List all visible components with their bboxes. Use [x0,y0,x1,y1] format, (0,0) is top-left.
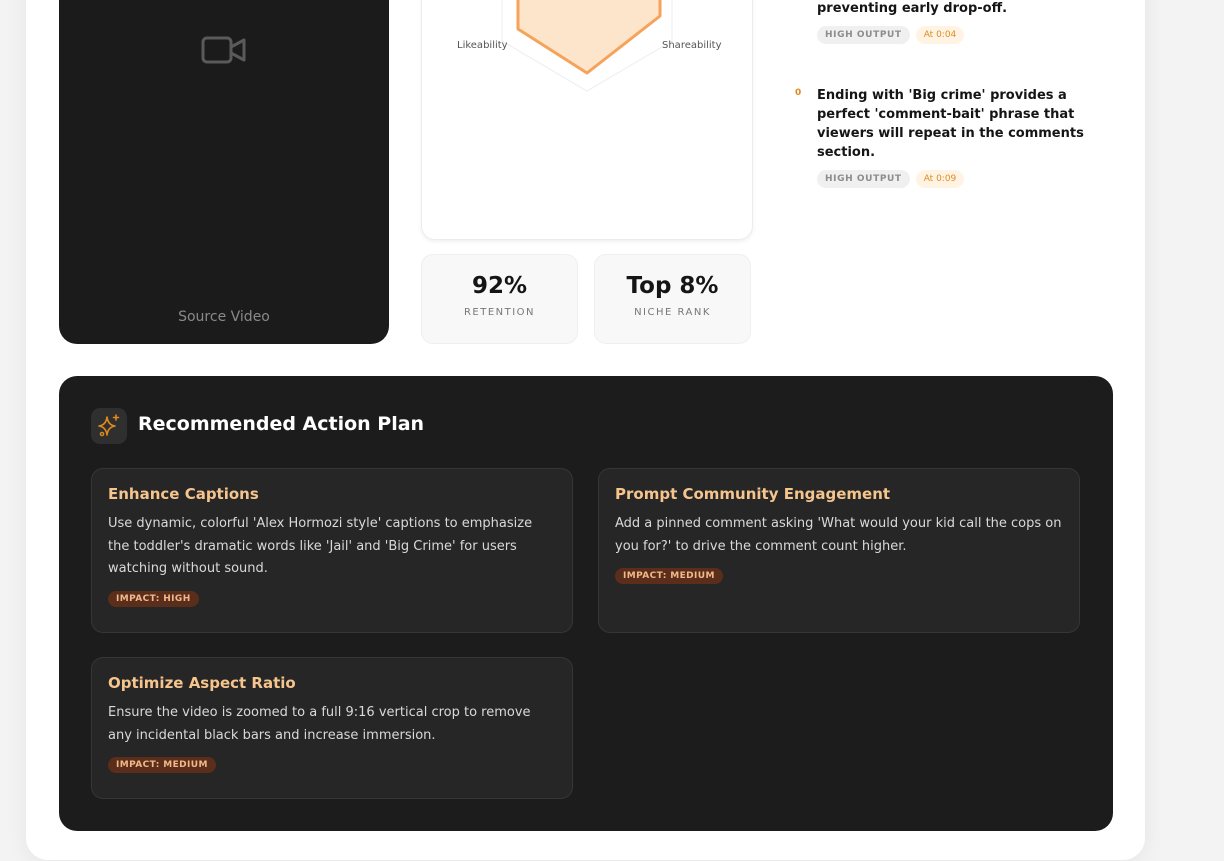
action-card-title: Enhance Captions [108,485,259,503]
sparkle-icon [98,414,120,437]
action-card-description: Ensure the video is zoomed to a full 9:1… [108,705,531,743]
insight-text: Ending with 'Big crime' provides a perfe… [817,88,1084,160]
action-card-description: Add a pinned comment asking 'What would … [615,516,1062,554]
niche-rank-value: Top 8% [626,273,719,299]
insight-number: 0 [795,88,802,98]
radar-axis-shareability: Shareability [662,40,722,51]
niche-rank-stat: Top 8% NICHE RANK [594,254,751,344]
timestamp-badge[interactable]: At 0:04 [915,26,965,44]
action-card-enhance-captions[interactable]: Enhance Captions Use dynamic, colorful '… [91,468,573,633]
source-video-label: Source Video [178,309,270,325]
action-plan-icon-box [91,408,127,444]
video-camera-icon [201,36,246,64]
action-plan-panel: Recommended Action Plan Enhance Captions… [59,376,1113,831]
insight-text: preventing early drop-off. [817,1,1008,16]
retention-value: 92% [471,273,528,299]
action-card-aspect-ratio[interactable]: Optimize Aspect Ratio Ensure the video i… [91,657,573,799]
action-card-description: Use dynamic, colorful 'Alex Hormozi styl… [108,516,533,576]
output-badge: HIGH OUTPUT [817,170,910,188]
action-card-community-engagement[interactable]: Prompt Community Engagement Add a pinned… [598,468,1080,633]
action-plan-title: Recommended Action Plan [138,413,425,435]
insight-item: preventing early drop-off. HIGH OUTPUT A… [795,0,1095,44]
niche-rank-label: NICHE RANK [634,307,711,318]
insight-item: 0 Ending with 'Big crime' provides a per… [795,86,1095,188]
impact-badge: IMPACT: MEDIUM [108,757,216,773]
action-card-title: Prompt Community Engagement [615,485,891,503]
timestamp-badge[interactable]: At 0:09 [915,170,965,188]
radar-axis-likeability: Likeability [457,40,508,51]
retention-label: RETENTION [463,307,536,318]
radar-chart [501,0,673,92]
action-card-title: Optimize Aspect Ratio [108,674,296,692]
radar-score-shape [516,0,662,75]
output-badge: HIGH OUTPUT [817,26,910,44]
impact-badge: IMPACT: MEDIUM [615,568,723,584]
impact-badge: IMPACT: HIGH [108,590,199,607]
retention-stat: 92% RETENTION [421,254,578,344]
radar-chart-card: Likeability Shareability [421,0,753,240]
